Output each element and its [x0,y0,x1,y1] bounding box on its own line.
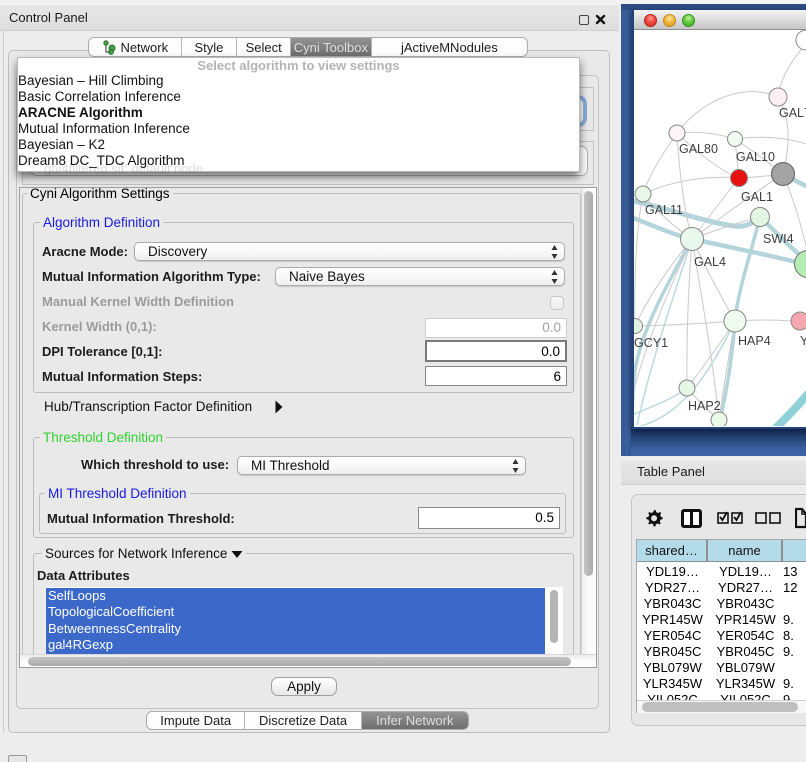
svg-text:GAL11: GAL11 [645,203,683,217]
svg-text:GAL1: GAL1 [741,190,773,204]
svg-text:HAP2: HAP2 [688,399,721,413]
svg-text:Y: Y [800,334,806,348]
svg-text:GAL10: GAL10 [736,150,775,164]
svg-text:HAP4: HAP4 [738,334,771,348]
svg-text:GAL4: GAL4 [694,255,726,269]
svg-text:SWI4: SWI4 [763,232,794,246]
svg-text:GCY1: GCY1 [634,336,668,350]
svg-text:GAL7: GAL7 [779,106,806,120]
svg-text:GAL80: GAL80 [679,142,718,156]
